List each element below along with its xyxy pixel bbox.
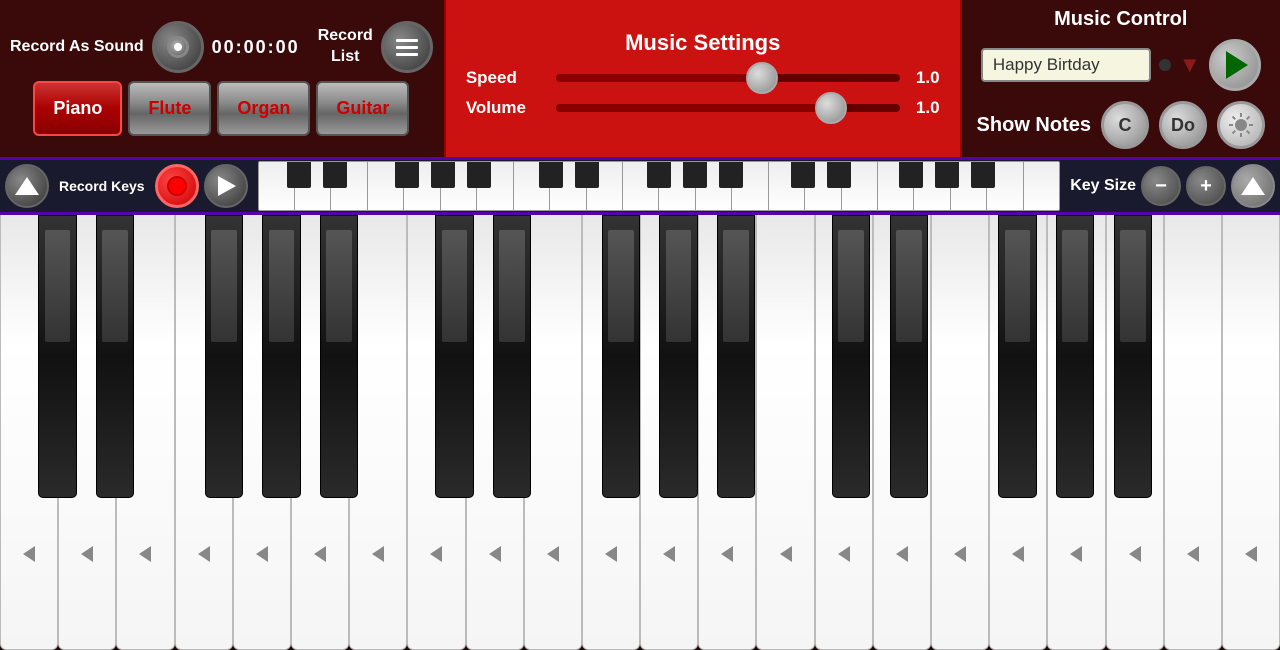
show-notes-label: Show Notes (977, 114, 1091, 137)
record-button[interactable] (152, 21, 204, 73)
key-size-decrease[interactable]: − (1141, 166, 1181, 206)
record-as-sound-label: Record As Sound (10, 37, 144, 58)
song-selector[interactable]: Happy Birtday (981, 48, 1151, 82)
record-list-button[interactable] (381, 21, 433, 73)
record-list-label: RecordList (318, 26, 373, 68)
up-icon (15, 177, 39, 195)
piano-keyboard[interactable] (0, 215, 1280, 650)
mini-keyboard[interactable] (258, 161, 1061, 211)
record-dot-icon (167, 176, 187, 196)
volume-thumb[interactable] (815, 92, 847, 124)
record-as-sound-section: Record As Sound 00:00:00 RecordList (0, 0, 444, 157)
black-key-8[interactable] (602, 215, 640, 498)
speed-value: 1.0 (910, 68, 940, 88)
song-name: Happy Birtday (993, 55, 1100, 75)
black-key-13[interactable] (998, 215, 1036, 498)
instrument-buttons: Piano Flute Organ Guitar (23, 81, 419, 136)
black-key-10[interactable] (717, 215, 755, 498)
top-bar: Record As Sound 00:00:00 RecordList (0, 0, 1280, 160)
white-key-17[interactable] (931, 215, 989, 650)
record-keys-label: Record Keys (59, 178, 145, 195)
volume-value: 1.0 (910, 98, 940, 118)
guitar-button[interactable]: Guitar (316, 81, 409, 136)
black-key-11[interactable] (832, 215, 870, 498)
speed-label: Speed (466, 68, 546, 88)
white-key-22[interactable] (1222, 215, 1280, 650)
black-key-4[interactable] (262, 215, 300, 498)
note-do-button[interactable]: Do (1159, 101, 1207, 149)
flute-button[interactable]: Flute (128, 81, 211, 136)
speed-thumb[interactable] (746, 62, 778, 94)
music-control-title: Music Control (1054, 8, 1187, 31)
speed-slider[interactable] (556, 74, 900, 82)
key-size-increase[interactable]: + (1186, 166, 1226, 206)
white-key-21[interactable] (1164, 215, 1222, 650)
play-icon (1226, 51, 1248, 79)
song-row: Happy Birtday ▼ (981, 39, 1261, 91)
play-button[interactable] (1209, 39, 1261, 91)
black-key-9[interactable] (659, 215, 697, 498)
volume-row: Volume 1.0 (466, 98, 940, 118)
play-keys-icon (218, 176, 236, 196)
music-control-section: Music Control Happy Birtday ▼ Show Notes… (962, 0, 1280, 157)
black-key-15[interactable] (1114, 215, 1152, 498)
black-key-5[interactable] (320, 215, 358, 498)
black-key-1[interactable] (38, 215, 76, 498)
notes-row: Show Notes C Do (977, 101, 1265, 149)
piano-container (0, 215, 1280, 650)
up-button[interactable] (5, 164, 49, 208)
timer-display: 00:00:00 (212, 37, 300, 58)
volume-label: Volume (466, 98, 546, 118)
speed-row: Speed 1.0 (466, 68, 940, 88)
dropdown-arrow-icon[interactable]: ▼ (1179, 52, 1201, 78)
piano-button[interactable]: Piano (33, 81, 122, 136)
key-size-label: Key Size (1070, 177, 1136, 195)
note-c-button[interactable]: C (1101, 101, 1149, 149)
black-key-2[interactable] (96, 215, 134, 498)
key-size-up-icon (1241, 177, 1265, 195)
play-keys-button[interactable] (204, 164, 248, 208)
black-key-7[interactable] (493, 215, 531, 498)
sun-icon (1227, 111, 1255, 139)
song-dot-indicator (1159, 59, 1171, 71)
list-icon (396, 39, 418, 56)
mini-white-keys (259, 162, 1060, 210)
organ-button[interactable]: Organ (217, 81, 310, 136)
white-key-14[interactable] (756, 215, 814, 650)
record-keys-button[interactable] (155, 164, 199, 208)
white-key-10[interactable] (524, 215, 582, 650)
note-sun-button[interactable] (1217, 101, 1265, 149)
key-size-up-button[interactable] (1231, 164, 1275, 208)
music-settings-section: Music Settings Speed 1.0 Volume 1.0 (444, 0, 962, 157)
black-key-14[interactable] (1056, 215, 1094, 498)
black-key-12[interactable] (890, 215, 928, 498)
music-settings-title: Music Settings (625, 30, 780, 56)
controls-bar: Record Keys (0, 160, 1280, 215)
black-key-3[interactable] (205, 215, 243, 498)
volume-slider[interactable] (556, 104, 900, 112)
black-key-6[interactable] (435, 215, 473, 498)
key-size-section: Key Size − + (1070, 164, 1275, 208)
